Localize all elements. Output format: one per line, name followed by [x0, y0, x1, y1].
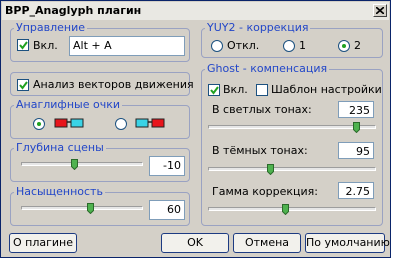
yuy2-off-label: Откл.: [227, 39, 260, 52]
close-button[interactable]: [373, 4, 387, 17]
checkmark-icon: [210, 86, 219, 95]
cyan-red-glasses-icon: [135, 118, 165, 128]
depth-group: Глубина сцены -10: [10, 141, 190, 182]
motion-vector-box: Анализ векторов движения: [10, 72, 194, 96]
window-title: BPP_Anaglyph плагин: [5, 4, 142, 17]
motion-vector-label: Анализ векторов движения: [33, 78, 194, 91]
about-button[interactable]: О плагине: [9, 233, 77, 253]
management-enable-checkbox[interactable]: [17, 39, 29, 51]
yuy2-group: YUY2 - коррекция Откл. 1 2: [201, 21, 383, 58]
ghost-light-slider-thumb[interactable]: [353, 122, 360, 133]
ghost-light-label: В светлых тонах:: [212, 103, 312, 116]
ghost-dark-label: В тёмных тонах:: [212, 144, 308, 157]
motion-vector-checkbox[interactable]: [17, 79, 29, 91]
red-cyan-glasses-icon: [54, 118, 84, 128]
cancel-button[interactable]: Отмена: [233, 233, 301, 253]
yuy2-1-label: 1: [299, 39, 306, 52]
glasses-red-cyan-radio[interactable]: [33, 118, 45, 130]
title-bar: BPP_Anaglyph плагин: [2, 2, 389, 20]
ok-button[interactable]: OK: [161, 233, 229, 253]
saturation-group-label: Насыщенность: [14, 185, 105, 198]
saturation-group: Насыщенность 60: [10, 185, 190, 226]
ghost-dark-slider-track: [208, 167, 376, 171]
depth-value-field[interactable]: -10: [149, 156, 185, 176]
yuy2-off-radio[interactable]: [211, 40, 223, 52]
hotkey-field[interactable]: Alt + A: [69, 36, 185, 56]
depth-group-label: Глубина сцены: [14, 141, 106, 154]
ghost-template-checkbox[interactable]: [256, 84, 268, 96]
glasses-group-label: Анаглифные очки: [14, 98, 122, 111]
ghost-gamma-value-field[interactable]: 2.75: [338, 182, 374, 199]
glasses-group: Анаглифные очки: [10, 98, 190, 139]
ghost-group: Ghost - компенсация Вкл. Шаблон настройк…: [201, 62, 383, 226]
plugin-window: BPP_Anaglyph плагин Управление Вкл. Alt …: [0, 0, 391, 258]
saturation-value-field[interactable]: 60: [149, 200, 185, 220]
ghost-gamma-slider-thumb[interactable]: [282, 204, 289, 215]
checkmark-icon: [19, 81, 28, 90]
saturation-slider-thumb[interactable]: [87, 203, 94, 214]
ghost-light-value-field[interactable]: 235: [338, 101, 374, 118]
ghost-enable-checkbox[interactable]: [208, 84, 220, 96]
ghost-enable-label: Вкл.: [223, 83, 248, 96]
glasses-cyan-red-radio[interactable]: [115, 118, 127, 130]
ghost-gamma-slider-track: [208, 207, 376, 211]
yuy2-1-radio[interactable]: [283, 40, 295, 52]
saturation-slider-track: [21, 206, 143, 210]
ghost-gamma-label: Гамма коррекция:: [212, 185, 318, 198]
management-enable-label: Вкл.: [33, 39, 58, 52]
ghost-dark-value-field[interactable]: 95: [338, 142, 374, 159]
close-icon: [376, 7, 384, 14]
default-button[interactable]: По умолчанию: [305, 233, 390, 253]
ghost-light-slider-track: [208, 125, 376, 129]
ghost-template-label: Шаблон настройки: [271, 83, 382, 96]
yuy2-2-label: 2: [354, 39, 361, 52]
ghost-group-label: Ghost - компенсация: [205, 62, 330, 75]
depth-slider-thumb[interactable]: [71, 159, 78, 170]
ghost-dark-slider-thumb[interactable]: [267, 164, 274, 175]
management-group-label: Управление: [14, 21, 88, 34]
yuy2-2-radio[interactable]: [338, 40, 350, 52]
yuy2-group-label: YUY2 - коррекция: [205, 21, 311, 34]
management-group: Управление Вкл. Alt + A: [10, 21, 190, 62]
depth-slider-track: [21, 162, 143, 166]
checkmark-icon: [19, 41, 28, 50]
